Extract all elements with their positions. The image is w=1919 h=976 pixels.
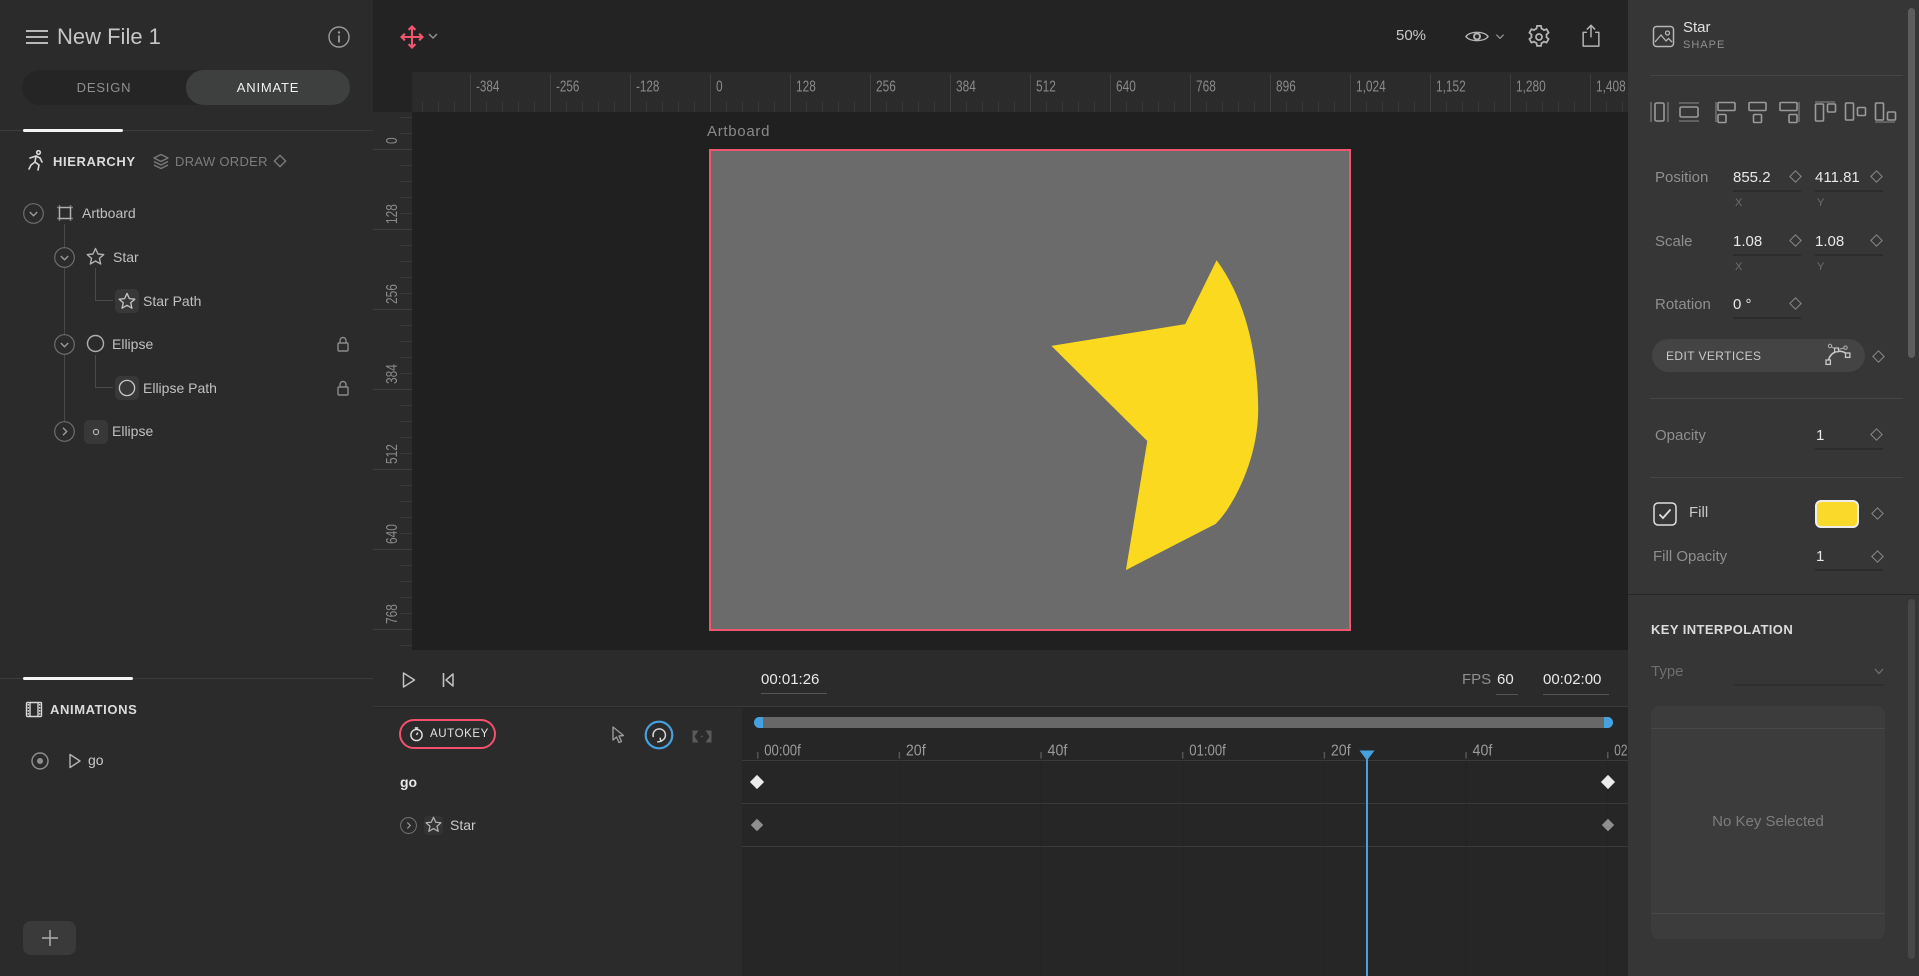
svg-text:384: 384	[956, 78, 976, 95]
svg-text:896: 896	[1276, 78, 1296, 95]
svg-text:20f: 20f	[906, 743, 926, 760]
svg-text:00:00f: 00:00f	[764, 743, 801, 760]
svg-text:1,152: 1,152	[1436, 78, 1466, 95]
svg-text:0: 0	[384, 137, 401, 144]
svg-text:02: 02	[1614, 743, 1627, 760]
svg-text:128: 128	[796, 78, 816, 95]
svg-text:40f: 40f	[1473, 743, 1493, 760]
svg-text:-128: -128	[636, 78, 659, 95]
svg-text:384: 384	[384, 364, 401, 384]
svg-text:640: 640	[1116, 78, 1136, 95]
svg-text:20f: 20f	[1331, 743, 1351, 760]
svg-text:0: 0	[716, 78, 723, 95]
svg-text:768: 768	[1196, 78, 1216, 95]
svg-text:512: 512	[384, 444, 401, 464]
svg-text:768: 768	[384, 604, 401, 624]
svg-text:-256: -256	[556, 78, 579, 95]
svg-text:512: 512	[1036, 78, 1056, 95]
svg-text:1,280: 1,280	[1516, 78, 1546, 95]
svg-text:40f: 40f	[1048, 743, 1068, 760]
svg-text:256: 256	[384, 284, 401, 304]
svg-text:-384: -384	[476, 78, 500, 95]
svg-text:1,024: 1,024	[1356, 78, 1386, 95]
svg-text:256: 256	[876, 78, 896, 95]
svg-text:128: 128	[384, 204, 401, 224]
svg-text:1,408: 1,408	[1596, 78, 1626, 95]
svg-text:640: 640	[384, 524, 401, 544]
svg-text:01:00f: 01:00f	[1189, 743, 1226, 760]
